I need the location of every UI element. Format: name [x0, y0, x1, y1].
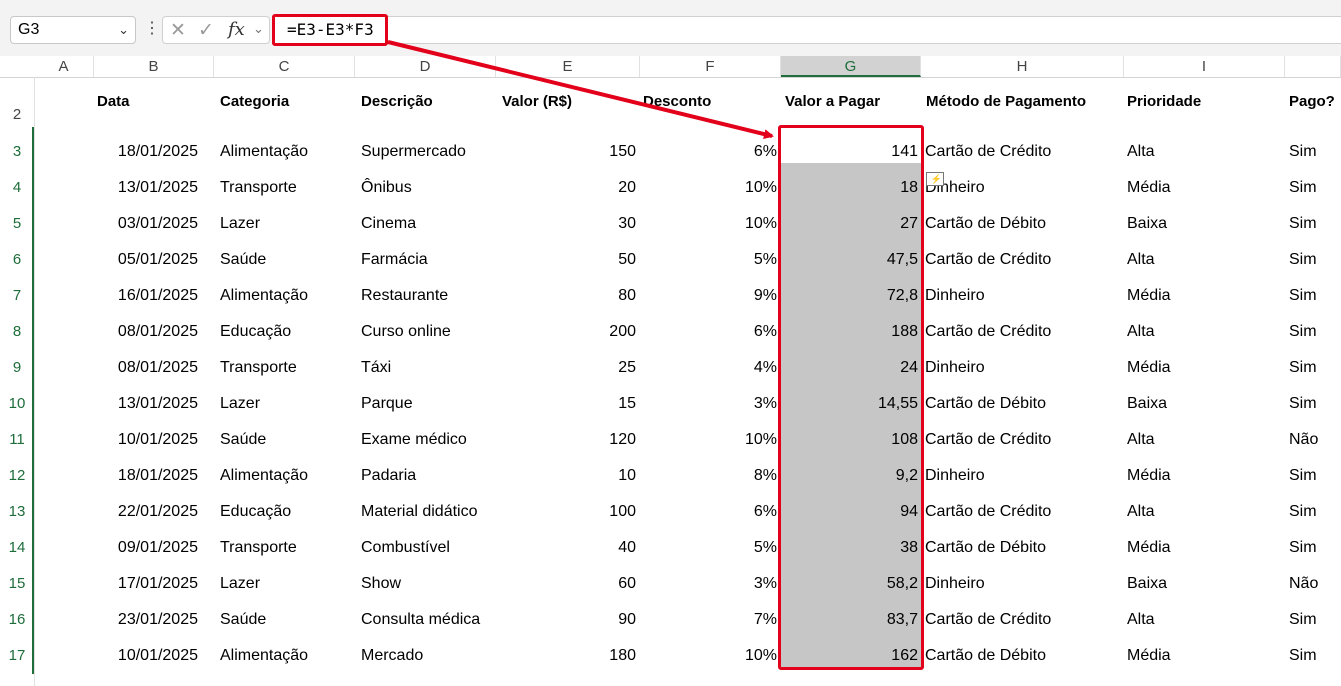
row-header-7[interactable]: 7: [0, 271, 34, 307]
row-header-10[interactable]: 10: [0, 379, 34, 415]
row-header-8[interactable]: 8: [0, 307, 34, 343]
row-header-16[interactable]: 16: [0, 595, 34, 631]
row-header-5[interactable]: 5: [0, 199, 34, 235]
row-header-15[interactable]: 15: [0, 559, 34, 595]
row-header-11[interactable]: 11: [0, 415, 34, 451]
annotation-arrow: [387, 40, 774, 139]
row-header-12[interactable]: 12: [0, 451, 34, 487]
row-header-17[interactable]: 17: [0, 631, 34, 667]
row-header-3[interactable]: 3: [0, 127, 34, 163]
row-header-13[interactable]: 13: [0, 487, 34, 523]
row-header-2[interactable]: 2: [0, 104, 34, 126]
row-header-14[interactable]: 14: [0, 523, 34, 559]
row-header-9[interactable]: 9: [0, 343, 34, 379]
row-header-4[interactable]: 4: [0, 163, 34, 199]
row-header-6[interactable]: 6: [0, 235, 34, 271]
